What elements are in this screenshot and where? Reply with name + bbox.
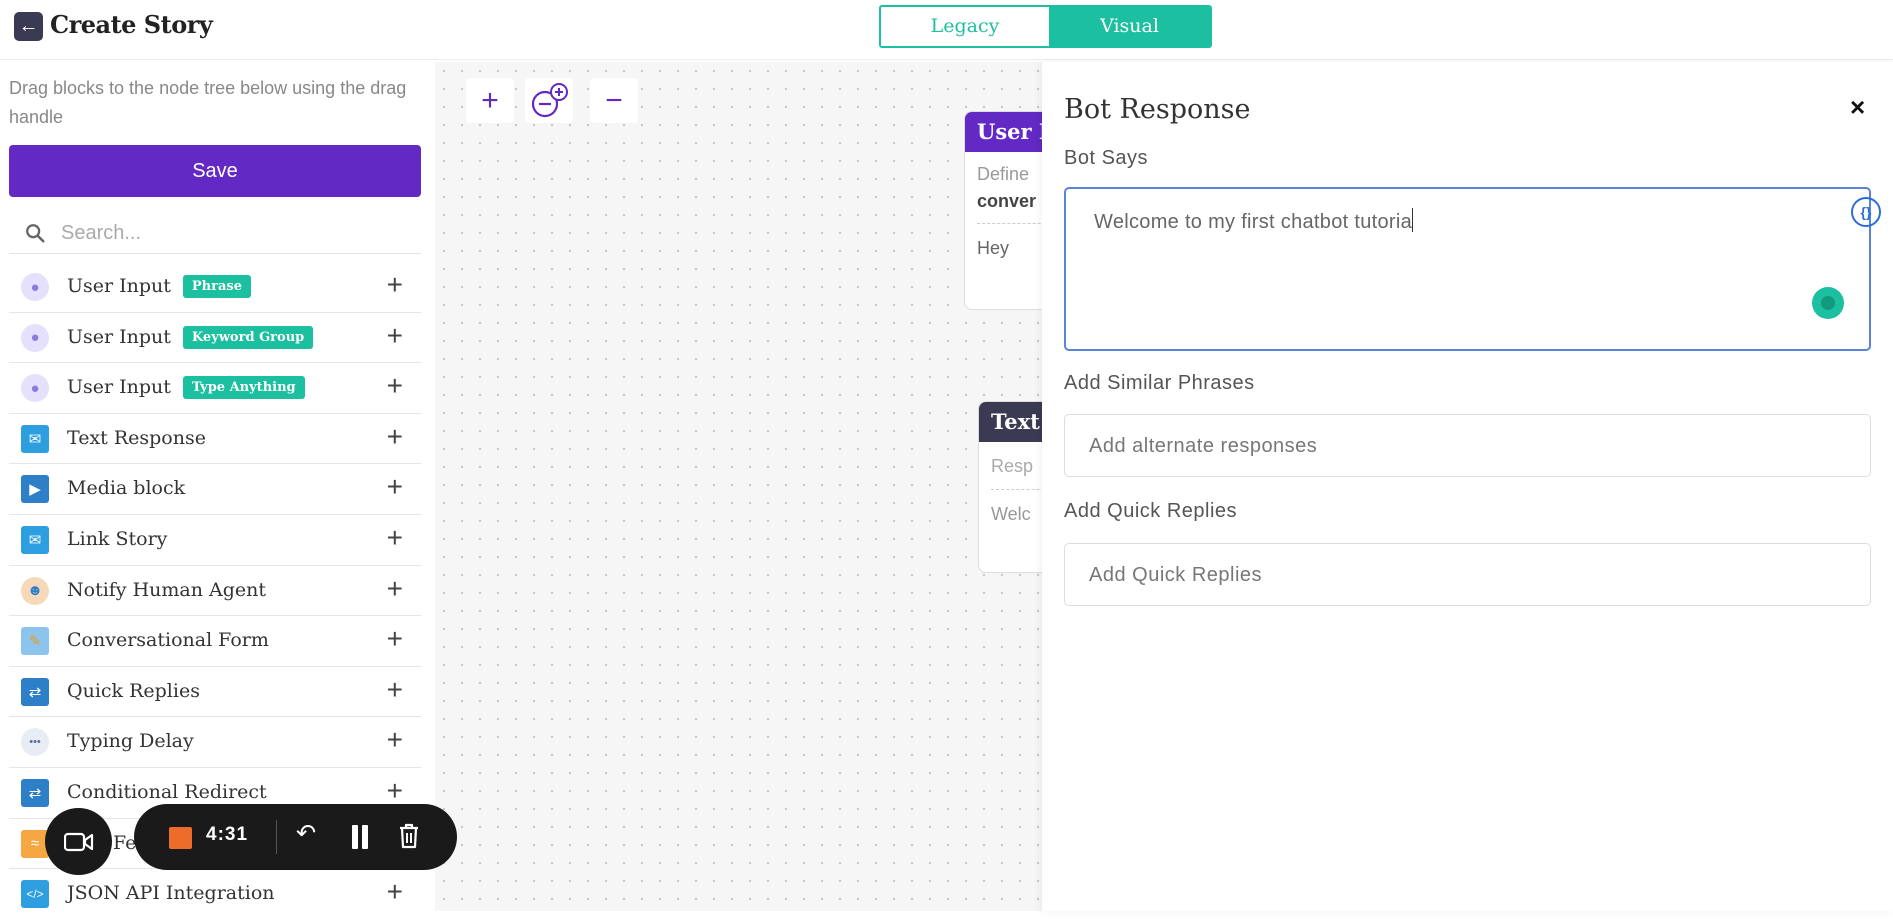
form-icon: ✎ — [21, 627, 49, 656]
block-label: Notify Human Agent — [67, 578, 267, 601]
agent-icon: ☻ — [21, 576, 49, 605]
add-block-button[interactable]: + — [387, 724, 403, 756]
block-label: Text Response — [67, 426, 206, 449]
media-icon: ▶ — [21, 475, 49, 504]
bot-says-input[interactable]: Welcome to my first chatbot tutoria {} — [1064, 187, 1881, 351]
quick-replies-input[interactable] — [1089, 560, 1829, 590]
typing-dots-icon: ••• — [21, 728, 49, 757]
variable-braces-icon[interactable]: {} — [1851, 197, 1881, 227]
emoji-icon[interactable] — [1812, 287, 1844, 319]
close-icon[interactable]: × — [1850, 92, 1865, 123]
link-envelope-icon: ✉ — [21, 525, 49, 554]
block-media[interactable]: ▶ Media block + — [9, 464, 421, 515]
zoom-reset-icon — [531, 82, 568, 117]
block-label: User Input — [67, 376, 171, 399]
add-block-button[interactable]: + — [387, 876, 403, 908]
laptop-icon: </> — [21, 880, 49, 909]
block-notify-human-agent[interactable]: ☻ Notify Human Agent + — [9, 566, 421, 617]
bot-says-value: Welcome to my first chatbot tutoria — [1094, 211, 1413, 233]
undo-icon[interactable]: ↶ — [296, 819, 316, 848]
page-title: Create Story — [50, 10, 213, 39]
bot-says-label: Bot Says — [1064, 147, 1149, 169]
shuffle-icon: ⇄ — [21, 778, 49, 807]
block-label: User Input — [67, 275, 171, 297]
zoom-out-button[interactable]: − — [590, 78, 638, 123]
block-user-input-type-anything[interactable]: ● User Input Type Anything + — [9, 363, 421, 414]
add-block-button[interactable]: + — [387, 370, 403, 402]
block-label: Media block — [67, 477, 186, 500]
block-tag: Type Anything — [182, 376, 305, 400]
block-label: Typing Delay — [67, 730, 194, 753]
header: ← Create Story Legacy Builder Visual Bui… — [0, 0, 1893, 60]
shuffle-icon: ⇄ — [21, 677, 49, 706]
similar-phrases-label: Add Similar Phrases — [1064, 372, 1255, 394]
block-label: Conversational Form — [67, 629, 269, 652]
builder-toggle: Legacy Builder Visual Builder — [879, 5, 1212, 48]
add-block-button[interactable]: + — [387, 674, 403, 706]
arrow-left-icon[interactable]: ← — [14, 12, 43, 41]
legacy-builder-button[interactable]: Legacy Builder — [881, 7, 1049, 46]
zoom-in-button[interactable]: + — [466, 78, 514, 123]
quick-replies-label: Add Quick Replies — [1064, 500, 1238, 522]
block-tag: Phrase — [182, 275, 251, 298]
chat-bubble-icon: ● — [21, 374, 49, 403]
video-camera-icon — [63, 832, 93, 851]
visual-builder-button[interactable]: Visual Builder — [1049, 7, 1210, 46]
search-input[interactable] — [61, 218, 401, 248]
bot-response-panel: Bot Response × Bot Says Welcome to my fi… — [1042, 62, 1893, 911]
envelope-icon: ✉ — [21, 424, 49, 453]
similar-phrases-input[interactable] — [1089, 431, 1829, 461]
recording-toolbar: 4:31 ↶ — [134, 804, 457, 870]
block-quick-replies[interactable]: ⇄ Quick Replies + — [9, 667, 421, 718]
text-cursor — [1412, 208, 1414, 232]
add-block-button[interactable]: + — [387, 522, 403, 554]
block-sidebar: Drag blocks to the node tree below using… — [0, 62, 435, 911]
stop-recording-button[interactable] — [169, 827, 192, 849]
trash-icon[interactable] — [398, 823, 420, 849]
similar-phrases-field — [1064, 414, 1871, 477]
pause-icon[interactable] — [350, 825, 370, 849]
recording-timer: 4:31 — [206, 824, 249, 845]
block-tag: Keyword Group — [182, 325, 314, 349]
chat-bubble-icon: ● — [21, 323, 49, 352]
search-icon — [26, 224, 45, 243]
drag-hint: Drag blocks to the node tree below using… — [9, 78, 407, 127]
block-typing-delay[interactable]: ••• Typing Delay + — [9, 717, 421, 768]
save-button[interactable]: Save — [9, 145, 421, 197]
quick-replies-field — [1064, 543, 1871, 606]
toolbar-divider — [276, 820, 277, 854]
add-block-button[interactable]: + — [387, 320, 403, 352]
block-conversational-form[interactable]: ✎ Conversational Form + — [9, 616, 421, 667]
node-canvas[interactable]: + − User I Define conver Hey Text Resp W… — [435, 62, 1098, 911]
block-label: Conditional Redirect — [67, 780, 267, 803]
block-text-response[interactable]: ✉ Text Response + — [9, 414, 421, 465]
block-label: Fe — [113, 831, 137, 854]
add-block-button[interactable]: + — [387, 471, 403, 503]
block-user-input-phrase[interactable]: ● User Input Phrase + — [9, 262, 421, 313]
add-block-button[interactable]: + — [387, 623, 403, 655]
chat-bubble-icon: ● — [21, 273, 49, 301]
add-block-button[interactable]: + — [387, 775, 403, 807]
block-json-api-integration[interactable]: </> JSON API Integration + — [9, 869, 421, 920]
add-block-button[interactable]: + — [387, 269, 403, 301]
search-bar — [9, 212, 421, 254]
camera-button[interactable] — [45, 808, 112, 875]
add-block-button[interactable]: + — [387, 421, 403, 453]
block-user-input-keyword-group[interactable]: ● User Input Keyword Group + — [9, 313, 421, 364]
block-link-story[interactable]: ✉ Link Story + — [9, 515, 421, 566]
block-label: Link Story — [67, 527, 168, 550]
block-label: JSON API Integration — [67, 882, 275, 905]
block-label: Quick Replies — [67, 679, 200, 702]
add-block-button[interactable]: + — [387, 573, 403, 605]
zoom-fit-button[interactable] — [525, 78, 573, 123]
block-label: User Input — [67, 325, 171, 348]
panel-title: Bot Response — [1064, 94, 1251, 125]
